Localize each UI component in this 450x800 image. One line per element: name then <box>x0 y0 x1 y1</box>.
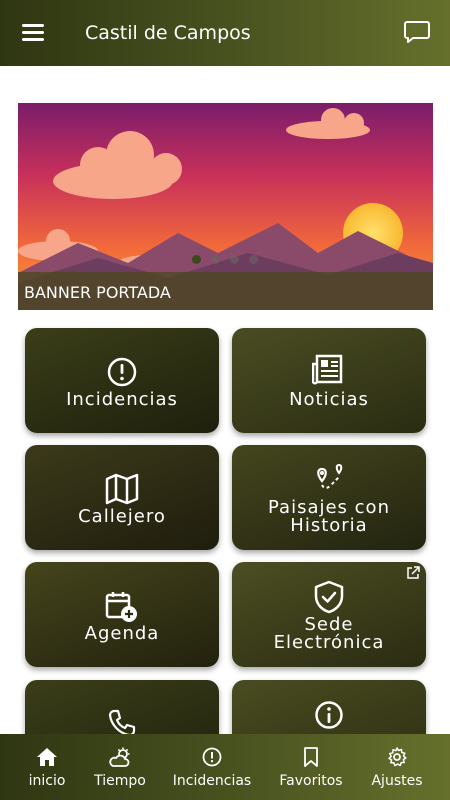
page-title: Castil de Campos <box>85 22 251 44</box>
weather-icon <box>109 747 130 767</box>
nav-label: inicio <box>28 773 66 789</box>
info-icon <box>315 701 343 729</box>
calendar-add-icon <box>105 592 137 622</box>
nav-item-inicio[interactable]: inicio <box>20 734 74 800</box>
tile-label-line2: Historia <box>290 515 368 536</box>
tile-noticias[interactable]: Noticias <box>232 328 426 433</box>
gear-icon <box>388 747 407 767</box>
home-icon <box>37 748 57 766</box>
chat-icon[interactable] <box>404 20 430 44</box>
banner-caption: BANNER PORTADA <box>18 272 433 310</box>
carousel-dot[interactable] <box>192 255 201 264</box>
tile-incidencias[interactable]: Incidencias <box>25 328 219 433</box>
carousel-dots <box>192 255 258 264</box>
nav-item-favoritos[interactable]: Favoritos <box>276 734 346 800</box>
tile-label: Incidencias <box>66 389 178 410</box>
bottom-navigation: inicio Tiempo Incidencias Favoritos Ajus… <box>0 734 450 800</box>
tile-label: Callejero <box>78 506 166 527</box>
tile-agenda[interactable]: Agenda <box>25 562 219 667</box>
alert-circle-icon <box>107 357 137 387</box>
carousel-dot[interactable] <box>230 255 239 264</box>
external-link-icon <box>407 566 420 579</box>
tile-sede-electronica[interactable]: Sede Electrónica <box>232 562 426 667</box>
carousel-dot[interactable] <box>211 255 220 264</box>
nav-label: Ajustes <box>371 773 423 789</box>
tile-callejero[interactable]: Callejero <box>25 445 219 550</box>
tile-label: Agenda <box>84 623 160 644</box>
alert-circle-icon <box>202 747 222 767</box>
app-header: Castil de Campos <box>0 0 450 66</box>
tile-paisajes-historia[interactable]: Paisajes con Historia <box>232 445 426 550</box>
menu-icon[interactable] <box>22 24 44 42</box>
nav-item-incidencias[interactable]: Incidencias <box>170 734 254 800</box>
nav-item-ajustes[interactable]: Ajustes <box>368 734 426 800</box>
tile-label-line2: Electrónica <box>273 632 385 653</box>
map-icon <box>105 473 139 505</box>
carousel-dot[interactable] <box>249 255 258 264</box>
bookmark-icon <box>304 747 318 767</box>
route-pin-icon <box>317 463 343 489</box>
nav-item-tiempo[interactable]: Tiempo <box>89 734 151 800</box>
tile-label: Noticias <box>289 389 369 410</box>
banner-carousel[interactable]: BANNER PORTADA <box>18 103 433 310</box>
newspaper-icon <box>312 354 343 385</box>
nav-label: Tiempo <box>94 773 146 789</box>
nav-label: Incidencias <box>172 773 252 789</box>
shield-check-icon <box>314 580 344 614</box>
nav-label: Favoritos <box>279 773 343 789</box>
